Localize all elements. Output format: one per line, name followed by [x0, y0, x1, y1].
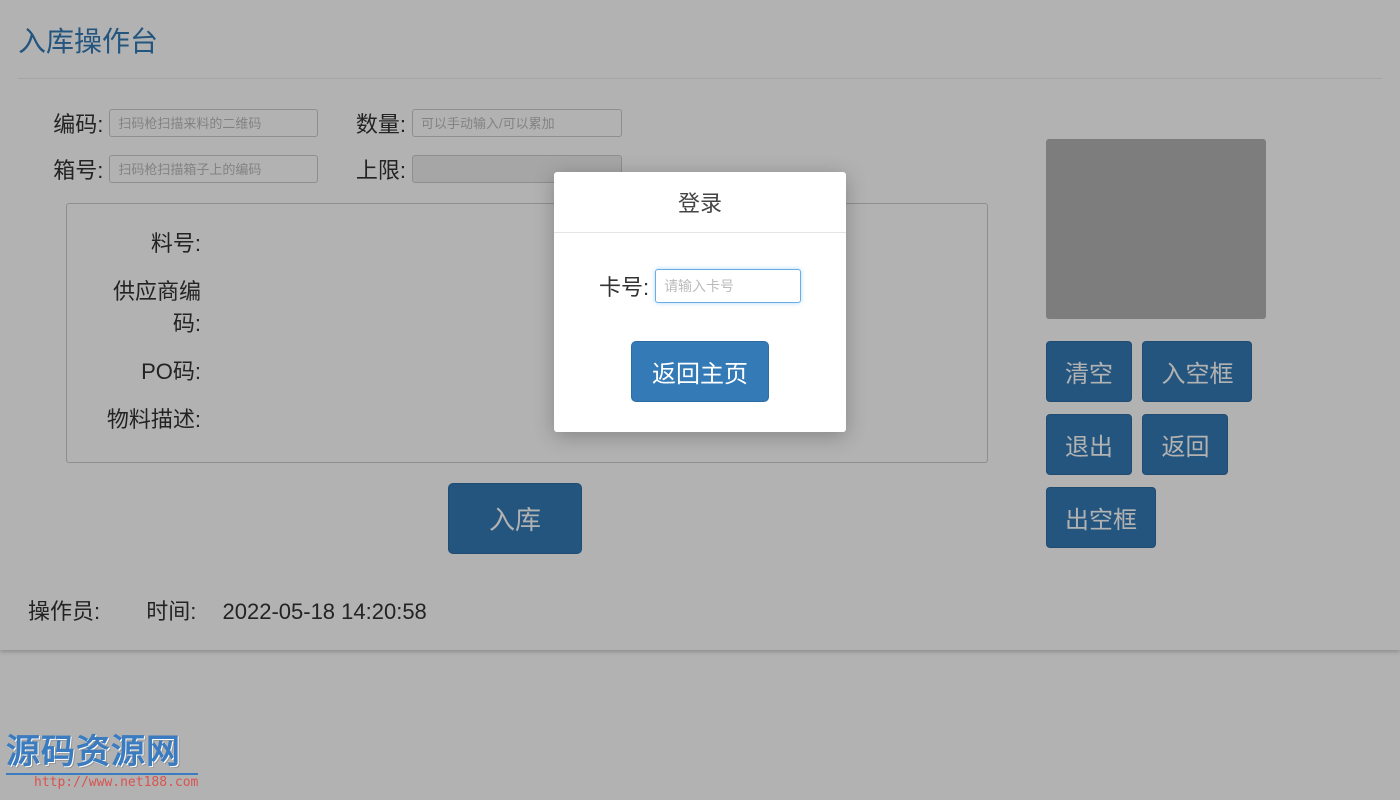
card-label: 卡号:	[599, 270, 655, 302]
login-modal: 登录 卡号: 返回主页	[554, 172, 846, 432]
return-home-button[interactable]: 返回主页	[631, 341, 769, 402]
card-input[interactable]	[655, 269, 801, 303]
watermark: 源码资源网 http://www.net188.com	[6, 724, 198, 790]
watermark-url: http://www.net188.com	[6, 775, 198, 790]
watermark-text: 源码资源网	[6, 724, 198, 775]
modal-title: 登录	[554, 172, 846, 233]
